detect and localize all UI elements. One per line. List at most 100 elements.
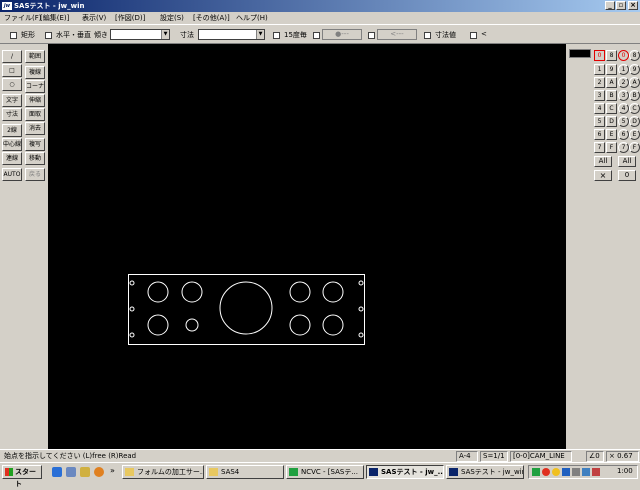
- volume-icon[interactable]: [582, 468, 590, 476]
- corner-tool[interactable]: コーナー: [25, 80, 45, 93]
- scale-indicator[interactable]: S=1/1: [480, 451, 508, 462]
- layer-group-0[interactable]: 0: [594, 50, 605, 61]
- connect-line-tool[interactable]: 連線: [2, 152, 22, 165]
- menu-file[interactable]: ファイル(F): [4, 12, 42, 24]
- menu-help[interactable]: ヘルプ(H): [236, 12, 268, 24]
- range-tool[interactable]: 範囲: [25, 50, 45, 63]
- all-layers-button[interactable]: All: [618, 156, 636, 167]
- layer-group-button[interactable]: 9: [606, 64, 617, 75]
- undo-tool[interactable]: 戻る: [25, 168, 45, 181]
- layer-group-button[interactable]: 6: [594, 129, 605, 140]
- tray-app-icon[interactable]: [592, 468, 600, 476]
- tray-app-icon[interactable]: [532, 468, 540, 476]
- layer-group-button[interactable]: 7: [594, 142, 605, 153]
- layer-button[interactable]: 2: [618, 77, 629, 88]
- center-line-tool[interactable]: 中心線: [2, 138, 22, 151]
- rect-tool[interactable]: □: [2, 64, 22, 77]
- task-button[interactable]: NCVC - [SASテ...: [286, 465, 364, 479]
- layer-indicator[interactable]: [0-0]CAM_LINE: [510, 451, 572, 462]
- menu-view[interactable]: 表示(V): [82, 12, 106, 24]
- lt-checkbox[interactable]: [470, 32, 477, 39]
- layer-group-button[interactable]: 1: [594, 64, 605, 75]
- layer-button[interactable]: D: [629, 116, 640, 127]
- dot-line-field[interactable]: ●---: [322, 29, 362, 40]
- angle-indicator[interactable]: ∠0: [586, 451, 604, 462]
- layer-button[interactable]: C: [629, 103, 640, 114]
- layer-group-button[interactable]: C: [606, 103, 617, 114]
- layer-group-button[interactable]: 2: [594, 77, 605, 88]
- tray-app-icon[interactable]: [562, 468, 570, 476]
- layer-8[interactable]: 8: [629, 50, 640, 61]
- layer-group-button[interactable]: D: [606, 116, 617, 127]
- start-button[interactable]: スタート: [2, 465, 42, 488]
- layer-button[interactable]: B: [629, 90, 640, 101]
- offset-tool[interactable]: 複線: [25, 66, 45, 79]
- line-tool[interactable]: /: [2, 50, 22, 63]
- tray-app-icon[interactable]: [542, 468, 550, 476]
- line-color-swatch[interactable]: [569, 49, 591, 58]
- dimval-checkbox[interactable]: [424, 32, 431, 39]
- hv-checkbox[interactable]: [45, 32, 52, 39]
- layer-0[interactable]: 0: [618, 50, 629, 61]
- dimension-tool[interactable]: 寸法: [2, 108, 22, 121]
- layer-group-8[interactable]: 8: [606, 50, 617, 61]
- slope-combo[interactable]: ▼: [110, 29, 170, 40]
- layer-group-button[interactable]: B: [606, 90, 617, 101]
- dot-checkbox[interactable]: [313, 32, 320, 39]
- layer-group-button[interactable]: F: [606, 142, 617, 153]
- layer-button[interactable]: E: [629, 129, 640, 140]
- menu-other[interactable]: [その他(A)]: [193, 12, 230, 24]
- copy-tool[interactable]: 複写: [25, 138, 45, 151]
- tray-app-icon[interactable]: [552, 468, 560, 476]
- layer-button[interactable]: 3: [618, 90, 629, 101]
- explorer-icon[interactable]: [66, 467, 76, 477]
- quicklaunch-chevron[interactable]: »: [110, 466, 115, 475]
- layer-button[interactable]: A: [629, 77, 640, 88]
- rect-checkbox[interactable]: [10, 32, 17, 39]
- task-button[interactable]: SASテスト - jw_win: [446, 465, 524, 479]
- all-groups-button[interactable]: All: [594, 156, 612, 167]
- layer-group-button[interactable]: A: [606, 77, 617, 88]
- arrow-line-field[interactable]: <---: [377, 29, 417, 40]
- layer-button[interactable]: 7: [618, 142, 629, 153]
- layer-button[interactable]: 5: [618, 116, 629, 127]
- minimize-button[interactable]: _: [605, 1, 615, 10]
- zoom-indicator[interactable]: × 0.67: [606, 451, 639, 462]
- close-icon[interactable]: ×: [594, 170, 612, 181]
- outlook-icon[interactable]: [80, 467, 90, 477]
- layer-button[interactable]: 4: [618, 103, 629, 114]
- arrow-checkbox[interactable]: [368, 32, 375, 39]
- layer-button[interactable]: F: [629, 142, 640, 153]
- dim-combo[interactable]: ▼: [198, 29, 265, 40]
- text-tool[interactable]: 文字: [2, 94, 22, 107]
- ie-icon[interactable]: [52, 467, 62, 477]
- maximize-button[interactable]: ▫: [616, 1, 626, 10]
- layer-button[interactable]: 9: [629, 64, 640, 75]
- erase-tool[interactable]: 消去: [25, 122, 45, 135]
- double-line-tool[interactable]: 2線: [2, 124, 22, 137]
- layer-group-button[interactable]: E: [606, 129, 617, 140]
- menu-settings[interactable]: 設定(S): [160, 12, 184, 24]
- layer-group-button[interactable]: 5: [594, 116, 605, 127]
- task-button[interactable]: SAS4: [206, 465, 284, 479]
- layer-group-button[interactable]: 4: [594, 103, 605, 114]
- network-icon[interactable]: [572, 468, 580, 476]
- clock[interactable]: 1:00: [617, 467, 633, 475]
- menu-draw[interactable]: [作図(D)]: [115, 12, 145, 24]
- menu-edit[interactable]: [編集(E)]: [40, 12, 69, 24]
- messenger-icon[interactable]: [94, 467, 104, 477]
- layer-button[interactable]: 1: [618, 64, 629, 75]
- drawing-canvas[interactable]: [48, 44, 566, 449]
- circle-tool[interactable]: ○: [2, 78, 22, 91]
- layer-group-button[interactable]: 3: [594, 90, 605, 101]
- chamfer-tool[interactable]: 面取: [25, 108, 45, 121]
- stretch-tool[interactable]: 伸縮: [25, 94, 45, 107]
- task-button-active[interactable]: SASテスト - jw_...: [366, 465, 444, 479]
- auto-tool[interactable]: AUTO: [2, 168, 22, 181]
- zero-button[interactable]: 0: [618, 170, 636, 181]
- layer-button[interactable]: 6: [618, 129, 629, 140]
- paper-size[interactable]: A-4: [456, 451, 478, 462]
- deg15-checkbox[interactable]: [273, 32, 280, 39]
- close-button[interactable]: ×: [628, 1, 638, 10]
- move-tool[interactable]: 移動: [25, 152, 45, 165]
